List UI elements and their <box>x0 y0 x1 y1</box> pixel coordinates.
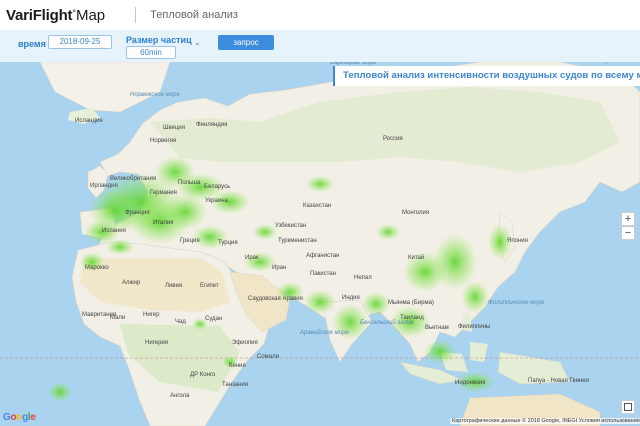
map-label: Филиппины <box>458 324 491 330</box>
map-label: Швеция <box>163 125 185 131</box>
map-label: Норвегия <box>150 138 177 144</box>
zoom-out-button[interactable]: − <box>621 226 635 240</box>
map-label: Папуа - Новая Гвинея <box>528 378 589 384</box>
map-label: Туркменистан <box>278 238 317 244</box>
map-label: Ирландия <box>90 183 118 189</box>
control-bar: время 2018-09-25 Размер частиц ⌄ 60min з… <box>0 30 640 62</box>
map-label: Бенгальский залив <box>360 320 414 326</box>
attribution-text: Картографические данные © 2018 Google, I… <box>452 418 578 424</box>
chevron-down-icon[interactable]: ⌄ <box>194 38 201 47</box>
map-label: Испания <box>102 228 126 234</box>
map-label: Ангола <box>170 393 190 399</box>
fullscreen-icon[interactable] <box>621 400 635 414</box>
map-label: Афганистан <box>306 253 340 259</box>
map-label: Танзания <box>222 382 249 388</box>
map-label: Вьетнам <box>425 325 449 331</box>
map-label: Турция <box>218 240 238 246</box>
app-logo[interactable]: VariFlight ° Map <box>6 7 105 24</box>
header-divider <box>135 7 137 23</box>
logo-map: Map <box>75 6 106 24</box>
map-label: Ирак <box>245 255 259 261</box>
world-map <box>0 62 640 426</box>
app-header: VariFlight ° Map Тепловой анализ <box>0 0 640 30</box>
zoom-in-button[interactable]: + <box>621 212 635 226</box>
map-label: Судан <box>205 316 223 322</box>
page-title: Тепловой анализ <box>150 9 238 21</box>
map-label: Индонезия <box>455 380 486 386</box>
time-label: время <box>18 39 46 49</box>
map-label: Индия <box>342 295 360 301</box>
map-label: Непал <box>354 275 372 281</box>
map-label: Исландия <box>75 118 103 124</box>
map-label: Беларусь <box>204 184 231 190</box>
map-label: ДР Конго <box>190 372 216 378</box>
map-label: Сомали <box>257 354 279 360</box>
terms-link[interactable]: Условия использования <box>579 418 640 424</box>
map-label: Аравийское море <box>300 330 349 336</box>
map-label: Греция <box>180 238 200 244</box>
map-label: Нигер <box>143 312 160 318</box>
query-button[interactable]: запрос <box>218 35 274 50</box>
map-label: Польша <box>178 180 201 186</box>
map-label: Китай <box>408 255 425 261</box>
map-label: Пакистан <box>310 271 336 277</box>
map-label: Италия <box>153 220 174 226</box>
map-label: Мали <box>110 315 126 321</box>
map-label: Узбекистан <box>275 223 307 229</box>
map-label: Иран <box>272 265 287 271</box>
heatmap-banner: Тепловой анализ интенсивности воздушных … <box>333 66 640 86</box>
map-label: Египет <box>200 283 219 289</box>
map-label: Нигерия <box>145 340 169 346</box>
map-label: Филиппинское море <box>488 300 545 306</box>
map-label: Ливия <box>165 283 183 289</box>
map-label: Германия <box>150 190 177 196</box>
map-label: Великобритания <box>110 176 157 182</box>
map-label: Япония <box>507 238 528 244</box>
map-label: Казахстан <box>303 203 332 209</box>
map-label: Украина <box>205 198 228 204</box>
map-canvas[interactable]: Гренландское мореНорвежское мореБаренцев… <box>0 62 640 426</box>
map-label: Франция <box>125 210 150 216</box>
map-label: Мьянма (Бирма) <box>388 300 434 306</box>
map-label: Монголия <box>402 210 430 216</box>
map-label: Кения <box>229 363 246 369</box>
map-label: Россия <box>383 136 403 142</box>
map-label: Алжир <box>122 280 141 286</box>
map-label: Чад <box>175 319 186 325</box>
date-input[interactable]: 2018-09-25 <box>48 35 112 49</box>
map-label: Саудовская Аравия <box>248 296 303 302</box>
map-label: Марокко <box>85 265 109 271</box>
google-logo: Google <box>3 412 36 423</box>
map-label: Чукотское море <box>602 62 640 64</box>
map-attribution: Картографические данные © 2018 Google, I… <box>450 418 640 424</box>
logo-brand: VariFlight <box>6 6 73 24</box>
particle-size-select[interactable]: 60min <box>126 46 176 59</box>
map-label: Норвежское море <box>130 92 180 98</box>
map-label: Эфиопия <box>232 340 258 346</box>
map-label: Финляндия <box>196 122 228 128</box>
logo-degree: ° <box>72 7 76 18</box>
particle-size-label: Размер частиц <box>126 35 192 45</box>
